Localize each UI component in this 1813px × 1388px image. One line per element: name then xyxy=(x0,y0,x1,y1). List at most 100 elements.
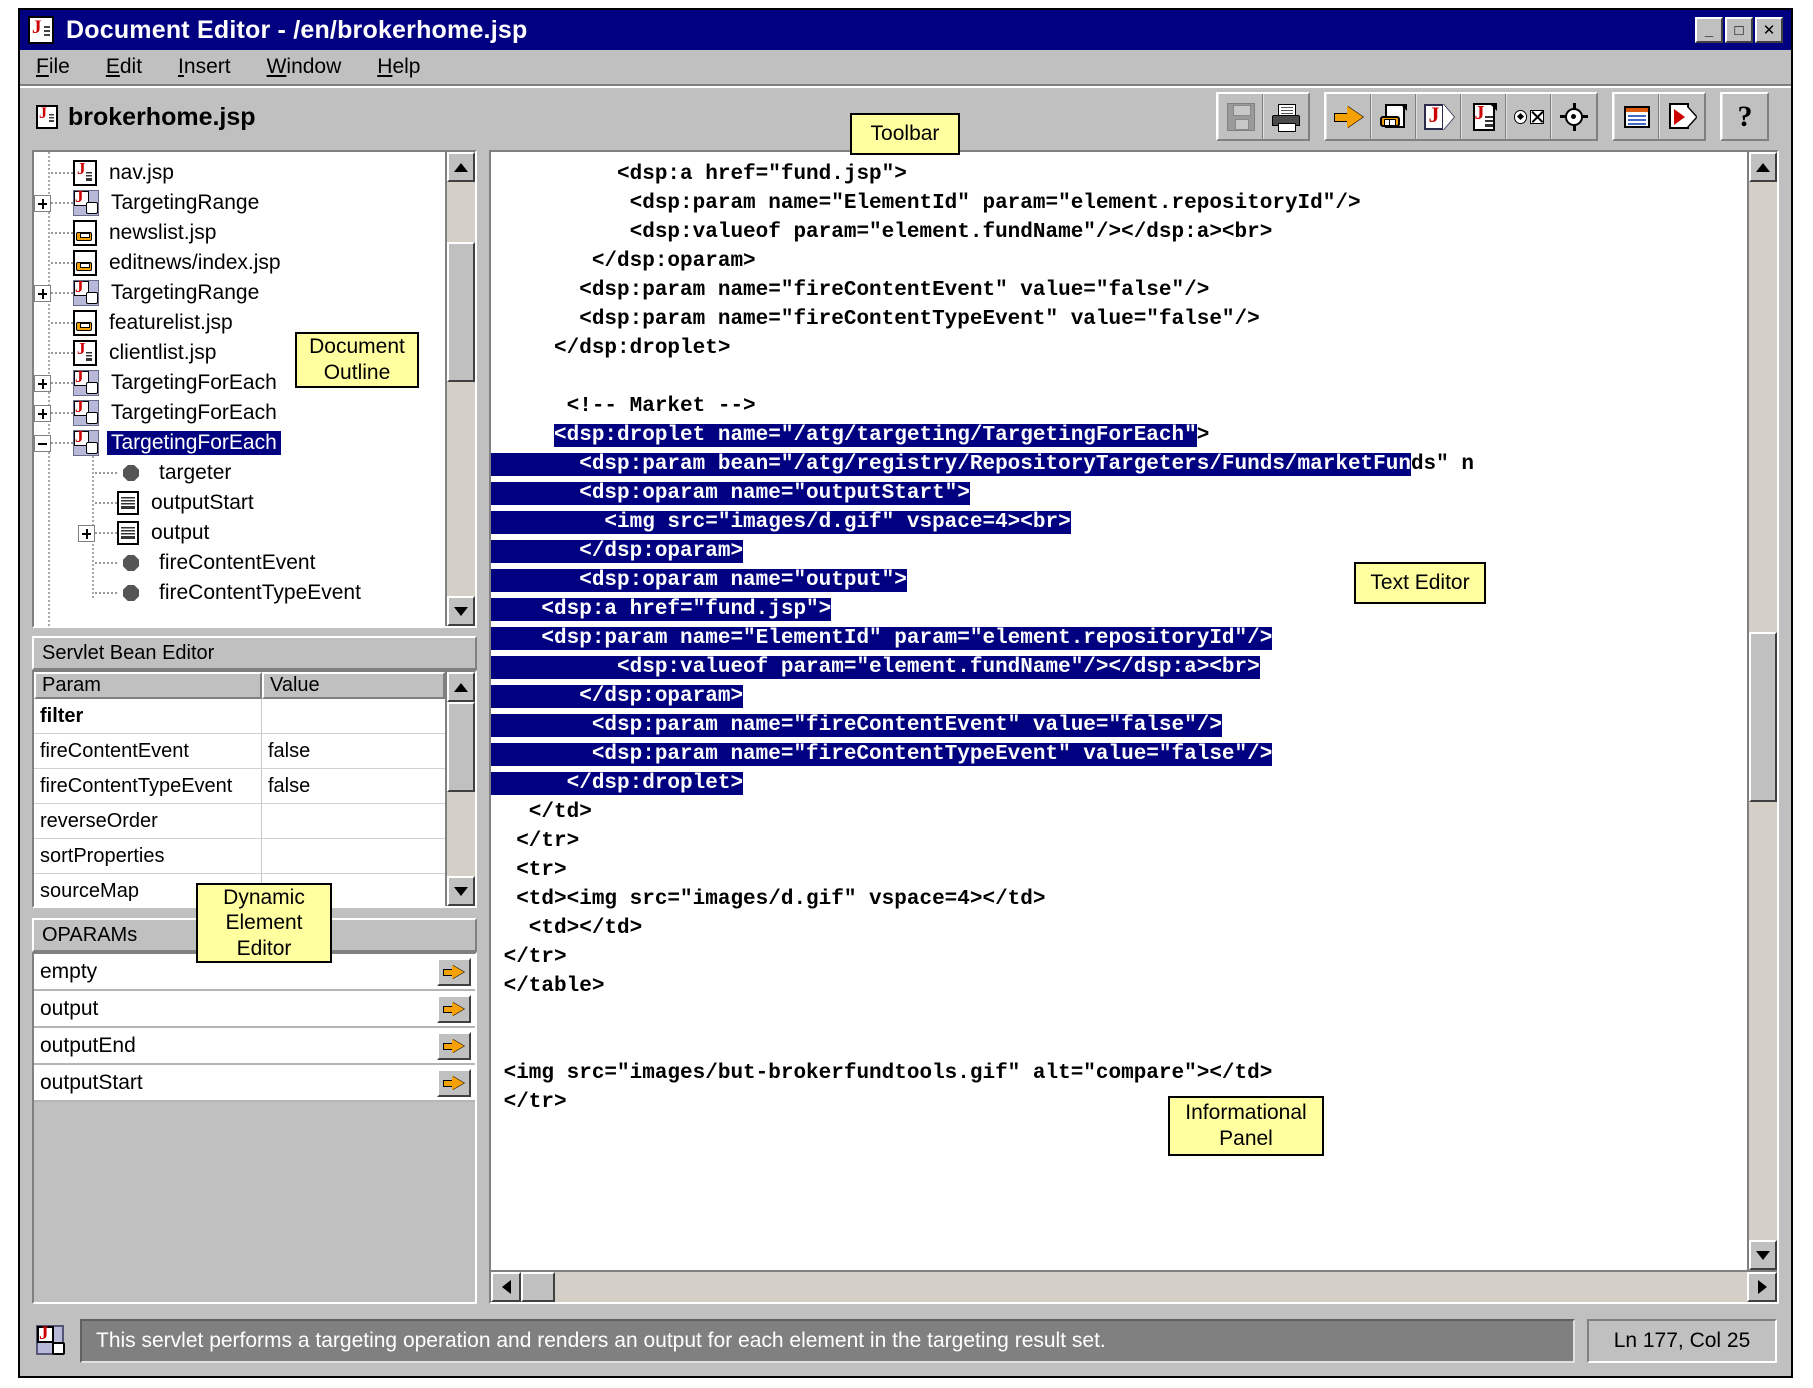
sbe-scroll-trough[interactable] xyxy=(447,702,475,876)
preview-window-button[interactable] xyxy=(1614,94,1659,139)
oparams-list[interactable]: empty output outputEnd outputStart xyxy=(32,952,477,1304)
menu-help[interactable]: Help xyxy=(377,55,420,79)
outline-scroll-down-button[interactable] xyxy=(447,596,475,626)
param-value-cell[interactable] xyxy=(262,839,445,873)
outline-tree-item[interactable]: newslist.jsp xyxy=(34,218,445,248)
outline-tree-item[interactable]: fireContentEvent xyxy=(34,548,445,578)
editor-scroll-left-button[interactable] xyxy=(491,1272,521,1302)
code-line[interactable]: </dsp:droplet> xyxy=(491,769,1747,798)
param-name-cell[interactable]: reverseOrder xyxy=(34,804,262,838)
outline-scroll-trough[interactable] xyxy=(447,182,475,596)
close-button[interactable]: ✕ xyxy=(1755,17,1783,43)
code-line[interactable]: <dsp:param name="ElementId" param="eleme… xyxy=(491,189,1747,218)
oparam-goto-button[interactable] xyxy=(437,1031,471,1060)
code-line[interactable]: </table> xyxy=(491,972,1747,1001)
menu-insert[interactable]: Insert xyxy=(178,55,231,79)
oparam-row[interactable]: output xyxy=(34,991,475,1028)
param-value-cell[interactable] xyxy=(262,804,445,838)
insert-jsp-document-button[interactable]: J xyxy=(1461,94,1506,139)
code-line[interactable]: <dsp:oparam name="output"> xyxy=(491,566,1747,595)
expand-plus-icon[interactable] xyxy=(34,374,51,392)
param-value-cell[interactable]: false xyxy=(262,734,445,768)
code-line[interactable] xyxy=(491,1030,1747,1059)
servlet-bean-row[interactable]: filter xyxy=(34,699,445,734)
oparam-goto-button[interactable] xyxy=(437,957,471,986)
code-line[interactable]: </td> xyxy=(491,798,1747,827)
code-line[interactable]: <dsp:a href="fund.jsp"> xyxy=(491,160,1747,189)
servlet-bean-editor-table[interactable]: Param Value filter fireContentEvent false f… xyxy=(34,672,445,906)
code-line[interactable]: <dsp:param name="fireContentTypeEvent" v… xyxy=(491,740,1747,769)
menu-window[interactable]: Window xyxy=(267,55,342,79)
save-button[interactable] xyxy=(1218,94,1263,139)
param-value-cell[interactable] xyxy=(262,699,445,733)
param-value-cell[interactable]: false xyxy=(262,769,445,803)
column-header-param[interactable]: Param xyxy=(34,672,262,699)
outline-tree-item[interactable]: J TargetingForEach xyxy=(34,427,445,458)
expand-plus-icon[interactable] xyxy=(34,404,51,422)
editor-hscroll-trough[interactable] xyxy=(521,1272,1747,1302)
outline-tree-item[interactable]: editnews/index.jsp xyxy=(34,248,445,278)
editor-scroll-up-button[interactable] xyxy=(1749,152,1777,182)
code-line[interactable]: </tr> xyxy=(491,1088,1747,1117)
editor-scroll-down-button[interactable] xyxy=(1749,1240,1777,1270)
insert-parameter-button[interactable] xyxy=(1506,94,1551,139)
locate-target-button[interactable] xyxy=(1551,94,1596,139)
servlet-bean-row[interactable]: reverseOrder xyxy=(34,804,445,839)
print-button[interactable] xyxy=(1263,94,1308,139)
code-line[interactable]: </dsp:oparam> xyxy=(491,537,1747,566)
minimize-button[interactable]: _ xyxy=(1695,17,1723,43)
code-line[interactable]: <dsp:a href="fund.jsp"> xyxy=(491,595,1747,624)
code-line[interactable]: </tr> xyxy=(491,827,1747,856)
maximize-button[interactable]: □ xyxy=(1725,17,1753,43)
column-header-value[interactable]: Value xyxy=(262,672,445,699)
servlet-bean-row[interactable]: fireContentTypeEvent false xyxy=(34,769,445,804)
param-name-cell[interactable]: sortProperties xyxy=(34,839,262,873)
run-page-button[interactable] xyxy=(1659,94,1704,139)
oparam-row[interactable]: outputEnd xyxy=(34,1028,475,1065)
param-name-cell[interactable]: fireContentEvent xyxy=(34,734,262,768)
menu-edit[interactable]: Edit xyxy=(106,55,142,79)
editor-scroll-right-button[interactable] xyxy=(1747,1272,1777,1302)
servlet-bean-row[interactable]: fireContentEvent false xyxy=(34,734,445,769)
code-line[interactable]: </dsp:droplet> xyxy=(491,334,1747,363)
outline-tree-item[interactable]: outputStart xyxy=(34,488,445,518)
editor-vertical-scrollbar[interactable] xyxy=(1747,152,1777,1270)
code-line[interactable]: </dsp:oparam> xyxy=(491,247,1747,276)
param-name-cell[interactable]: filter xyxy=(34,699,262,733)
code-line[interactable]: <dsp:param name="fireContentEvent" value… xyxy=(491,276,1747,305)
outline-vertical-scrollbar[interactable] xyxy=(445,152,475,626)
code-line[interactable]: <!-- Market --> xyxy=(491,392,1747,421)
expand-plus-icon[interactable] xyxy=(34,284,51,302)
outline-scroll-thumb[interactable] xyxy=(447,242,475,382)
code-line[interactable]: <dsp:valueof param="element.fundName"/><… xyxy=(491,218,1747,247)
param-name-cell[interactable]: fireContentTypeEvent xyxy=(34,769,262,803)
code-line[interactable]: </tr> xyxy=(491,943,1747,972)
outline-scroll-up-button[interactable] xyxy=(447,152,475,182)
code-line[interactable]: <dsp:oparam name="outputStart"> xyxy=(491,479,1747,508)
sbe-scroll-up-button[interactable] xyxy=(447,672,475,702)
insert-link-button[interactable] xyxy=(1326,94,1371,139)
code-line[interactable]: <dsp:param name="fireContentTypeEvent" v… xyxy=(491,305,1747,334)
outline-tree-item[interactable]: J TargetingRange xyxy=(34,187,445,218)
insert-jsp-tag-button[interactable]: J xyxy=(1416,94,1461,139)
outline-tree-item[interactable]: targeter xyxy=(34,458,445,488)
outline-tree-item[interactable]: J TargetingForEach xyxy=(34,397,445,428)
code-line[interactable]: <td></td> xyxy=(491,914,1747,943)
outline-tree-item[interactable]: J TargetingRange xyxy=(34,277,445,308)
outline-tree-item[interactable]: fireContentTypeEvent xyxy=(34,578,445,608)
code-line[interactable]: <dsp:param name="fireContentEvent" value… xyxy=(491,711,1747,740)
code-line[interactable]: <img src="images/but-brokerfundtools.gif… xyxy=(491,1059,1747,1088)
editor-scroll-thumb[interactable] xyxy=(1749,632,1777,802)
oparam-row[interactable]: outputStart xyxy=(34,1065,475,1102)
code-line[interactable]: <td><img src="images/d.gif" vspace=4></t… xyxy=(491,885,1747,914)
outline-tree-item[interactable]: output xyxy=(34,518,445,548)
help-button[interactable]: ? xyxy=(1722,94,1767,139)
servlet-bean-vertical-scrollbar[interactable] xyxy=(445,672,475,906)
editor-hscroll-thumb[interactable] xyxy=(521,1272,555,1302)
oparam-goto-button[interactable] xyxy=(437,994,471,1023)
oparam-goto-button[interactable] xyxy=(437,1068,471,1097)
editor-horizontal-scrollbar[interactable] xyxy=(491,1270,1777,1302)
servlet-bean-row[interactable]: sortProperties xyxy=(34,839,445,874)
code-line[interactable] xyxy=(491,1001,1747,1030)
collapse-minus-icon[interactable] xyxy=(34,434,51,452)
